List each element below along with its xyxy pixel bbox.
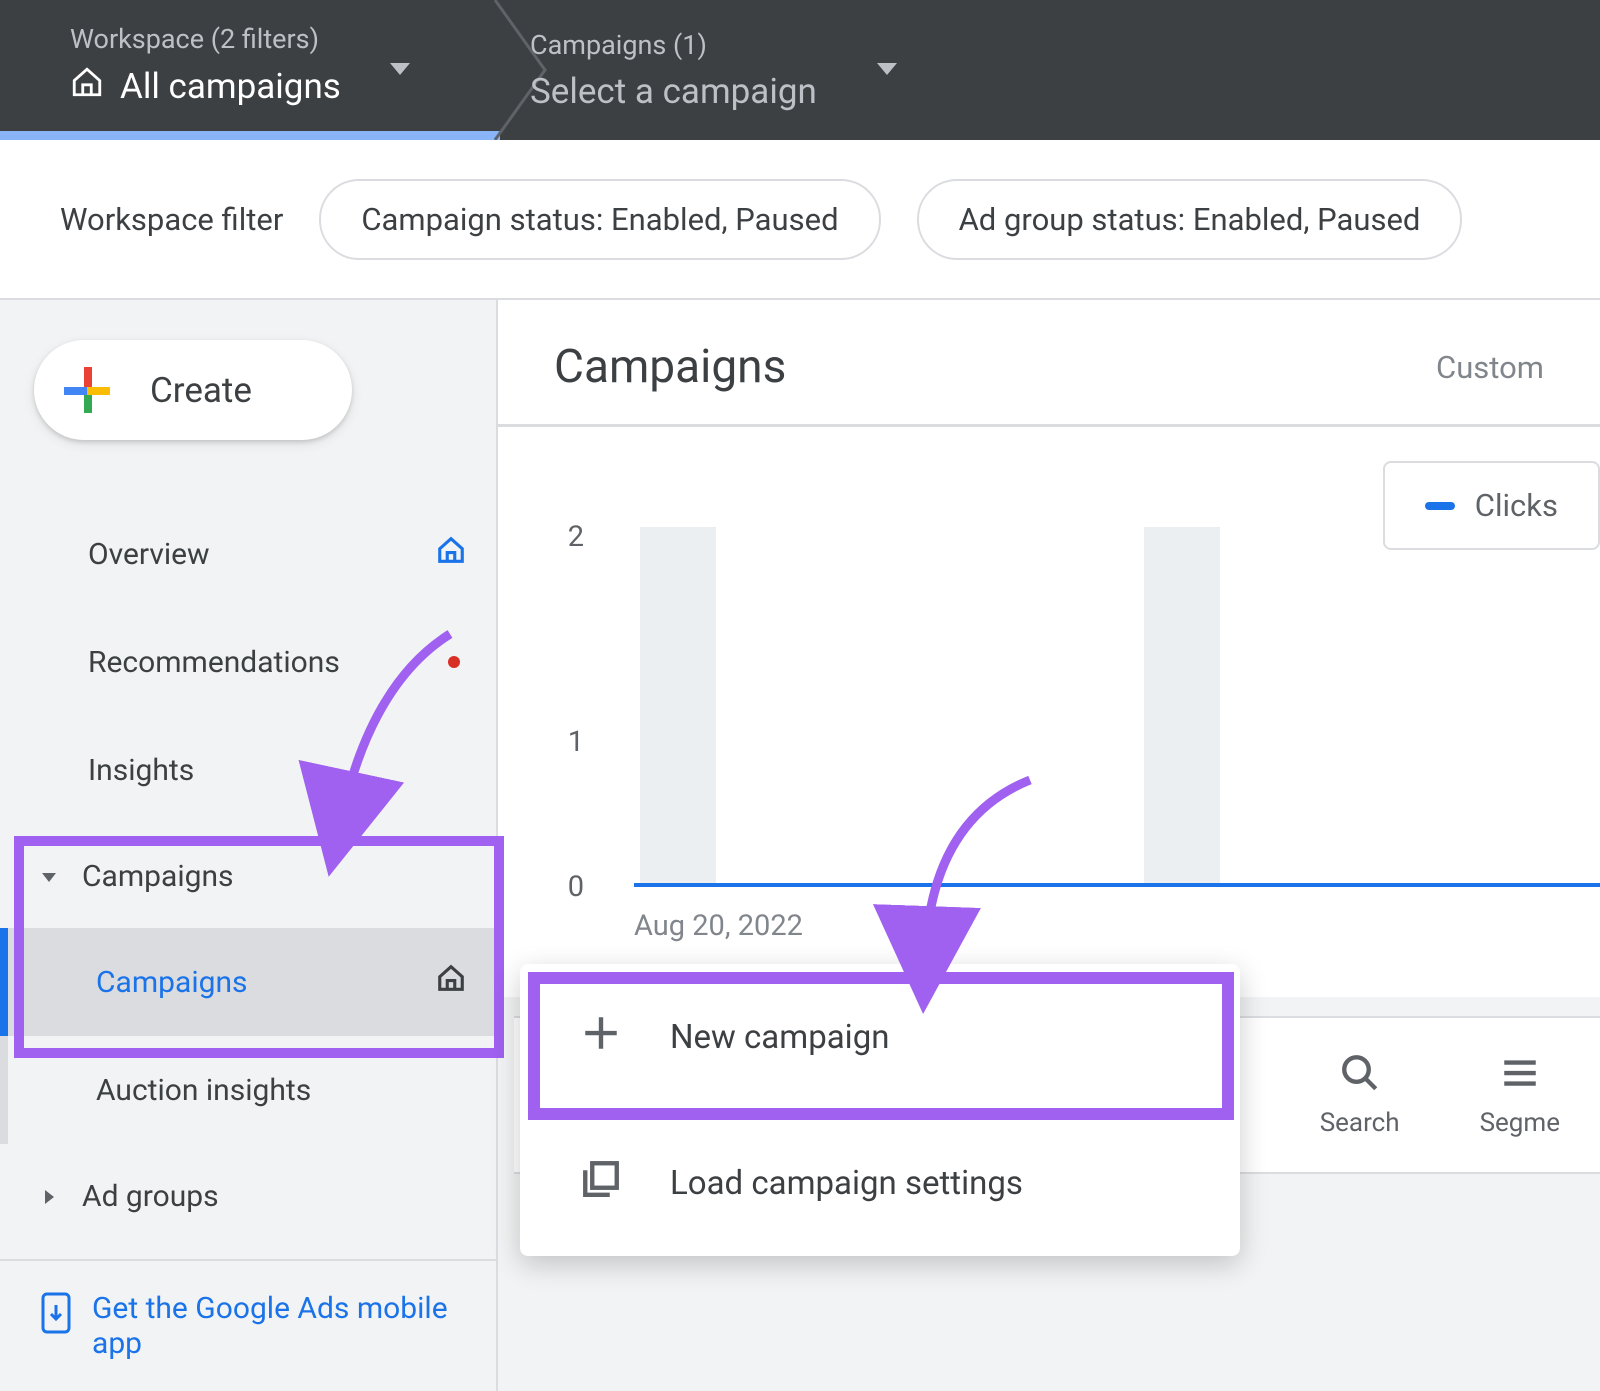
plus-icon: [580, 1012, 622, 1063]
series-dash-icon: [1425, 502, 1455, 510]
chart-plot-area: Aug 20, 2022: [634, 527, 1600, 897]
sidebar-item-label: Insights: [88, 753, 194, 788]
home-icon: [436, 963, 466, 1001]
sidebar-item-ad-groups[interactable]: Ad groups: [0, 1144, 496, 1248]
date-range-selector[interactable]: Custom: [1436, 349, 1544, 386]
search-button[interactable]: Search: [1280, 1052, 1440, 1138]
create-button[interactable]: Create: [34, 340, 352, 440]
x-axis-tick: Aug 20, 2022: [634, 909, 803, 943]
sidebar-promo-text: Get the Google Ads mobile app: [92, 1291, 456, 1361]
y-axis-tick: 2: [568, 520, 584, 554]
line-chart: 2 1 0 Aug 20, 2022: [554, 527, 1600, 957]
breadcrumb-campaign-title: Select a campaign: [530, 71, 817, 112]
sidebar-item-campaigns-parent[interactable]: Campaigns: [0, 824, 496, 928]
sidebar-nav: Overview Recommendations Insights Campai…: [0, 480, 496, 1248]
sidebar: Create Overview Recommendations Insights…: [0, 300, 498, 1391]
breadcrumb-campaign-subtitle: Campaigns (1): [530, 29, 817, 61]
filter-chip-adgroup-status[interactable]: Ad group status: Enabled, Paused: [917, 179, 1463, 260]
y-axis-tick: 0: [568, 870, 584, 904]
breadcrumb-campaign[interactable]: Campaigns (1) Select a campaign: [500, 0, 857, 140]
popup-item-load-settings[interactable]: Load campaign settings: [520, 1110, 1240, 1256]
triangle-right-icon: [40, 1179, 58, 1214]
breadcrumb-workspace[interactable]: Workspace (2 filters) All campaigns: [0, 0, 500, 140]
create-button-label: Create: [150, 370, 252, 411]
filter-chip-campaign-status[interactable]: Campaign status: Enabled, Paused: [319, 179, 880, 260]
chevron-down-icon: [390, 62, 410, 81]
page-header: Campaigns Custom: [498, 300, 1600, 427]
toolbar-label: Search: [1320, 1108, 1400, 1138]
weekend-band: [640, 527, 716, 885]
plus-icon: [64, 367, 110, 413]
filter-bar: Workspace filter Campaign status: Enable…: [0, 140, 1600, 300]
home-icon: [70, 65, 104, 108]
mobile-download-icon: [40, 1291, 72, 1343]
sidebar-item-auction-insights[interactable]: Auction insights: [0, 1036, 496, 1144]
sidebar-item-label: Recommendations: [88, 645, 340, 680]
chart-card: Clicks 2 1 0 Aug 20, 2022: [498, 427, 1600, 997]
breadcrumb-workspace-title-text: All campaigns: [120, 66, 341, 107]
breadcrumb-workspace-subtitle: Workspace (2 filters): [70, 23, 460, 55]
filter-bar-label: Workspace filter: [60, 201, 283, 238]
segment-button[interactable]: Segme: [1440, 1052, 1600, 1138]
sidebar-item-campaigns[interactable]: Campaigns: [0, 928, 496, 1036]
sidebar-item-label: Auction insights: [96, 1073, 311, 1108]
copy-icon: [580, 1158, 622, 1209]
sidebar-item-label: Campaigns: [96, 965, 248, 1000]
breadcrumb-campaign-title-text: Select a campaign: [530, 71, 817, 112]
page-title: Campaigns: [554, 340, 786, 394]
sidebar-item-recommendations[interactable]: Recommendations: [0, 608, 496, 716]
sidebar-item-label: Ad groups: [82, 1179, 219, 1214]
popup-item-label: Load campaign settings: [670, 1164, 1023, 1203]
create-popup-menu: New campaign Load campaign settings: [520, 964, 1240, 1256]
weekend-band: [1144, 527, 1220, 885]
chart-series-line: [634, 883, 1600, 887]
y-axis-tick: 1: [568, 725, 584, 759]
popup-item-label: New campaign: [670, 1018, 889, 1057]
sidebar-promo-link[interactable]: Get the Google Ads mobile app: [0, 1259, 496, 1391]
home-icon: [436, 535, 466, 573]
sidebar-item-insights[interactable]: Insights: [0, 716, 496, 824]
chevron-down-icon: [877, 62, 897, 81]
breadcrumb-bar: Workspace (2 filters) All campaigns Camp…: [0, 0, 1600, 140]
toolbar-label: Segme: [1480, 1108, 1560, 1138]
segment-icon: [1499, 1052, 1541, 1094]
metric-chip-label: Clicks: [1475, 487, 1558, 524]
sidebar-item-label: Overview: [88, 537, 210, 572]
triangle-down-icon: [40, 859, 58, 894]
sidebar-item-label: Campaigns: [82, 859, 234, 894]
sidebar-item-overview[interactable]: Overview: [0, 500, 496, 608]
popup-item-new-campaign[interactable]: New campaign: [520, 964, 1240, 1110]
search-icon: [1339, 1052, 1381, 1094]
